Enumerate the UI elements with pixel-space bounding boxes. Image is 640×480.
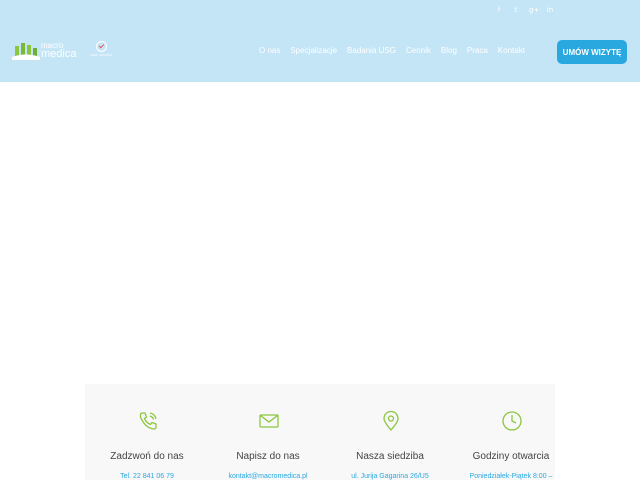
nav-item-specjalizacje[interactable]: Specjalizacje <box>290 46 337 56</box>
book-visit-button[interactable]: UMÓW WIZYTĘ <box>557 40 627 64</box>
logo-text-medica: medica <box>41 48 77 60</box>
checkmark-badge-icon <box>95 41 107 52</box>
contact-email-title: Napisz do nas <box>236 451 300 462</box>
site-logo[interactable]: macro medica <box>12 40 76 60</box>
quality-badge: ZNAK JAKOŚCI <box>88 41 114 57</box>
badge-text: ZNAK JAKOŚCI <box>90 53 112 57</box>
social-links: f t g+ in <box>495 5 554 15</box>
contact-phone-number[interactable]: Tel. 22 841 06 79 <box>87 473 207 480</box>
nav-item-praca[interactable]: Praca <box>467 46 488 56</box>
contact-info-section: Zadzwoń do nas Tel. 22 841 06 79 Napisz … <box>85 384 555 480</box>
nav-item-kontakt[interactable]: Kontakt <box>498 46 525 56</box>
facebook-icon[interactable]: f <box>495 5 503 15</box>
nav-item-cennik[interactable]: Cennik <box>406 46 431 56</box>
trees-logo-icon <box>12 43 40 60</box>
contact-hours-value: Poniedziałek-Piątek 8:00 – <box>469 473 553 480</box>
contact-address-street: ul. Jurija Gagarina 26/U5 <box>351 473 429 480</box>
main-nav: O nas Specjalizacje Badania USG Cennik B… <box>259 46 535 56</box>
nav-item-blog[interactable]: Blog <box>441 46 457 56</box>
contact-email-address[interactable]: kontakt@macromedica.pl <box>208 473 328 480</box>
twitter-icon[interactable]: t <box>512 5 520 15</box>
contact-hours-title: Godziny otwarcia <box>472 451 550 462</box>
phone-icon <box>139 412 157 430</box>
google-plus-icon[interactable]: g+ <box>529 5 539 15</box>
contact-address-title: Nasza siedziba <box>356 451 424 462</box>
linkedin-icon[interactable]: in <box>546 5 554 15</box>
nav-item-badania-usg[interactable]: Badania USG <box>347 46 396 56</box>
envelope-icon <box>259 414 279 428</box>
nav-item-o-nas[interactable]: O nas <box>259 46 280 56</box>
location-pin-icon <box>383 410 399 431</box>
site-header: f t g+ in macro medica ZNAK JAKOŚCI O na… <box>0 0 640 82</box>
contact-phone-title: Zadzwoń do nas <box>110 451 184 462</box>
clock-icon <box>502 411 522 431</box>
